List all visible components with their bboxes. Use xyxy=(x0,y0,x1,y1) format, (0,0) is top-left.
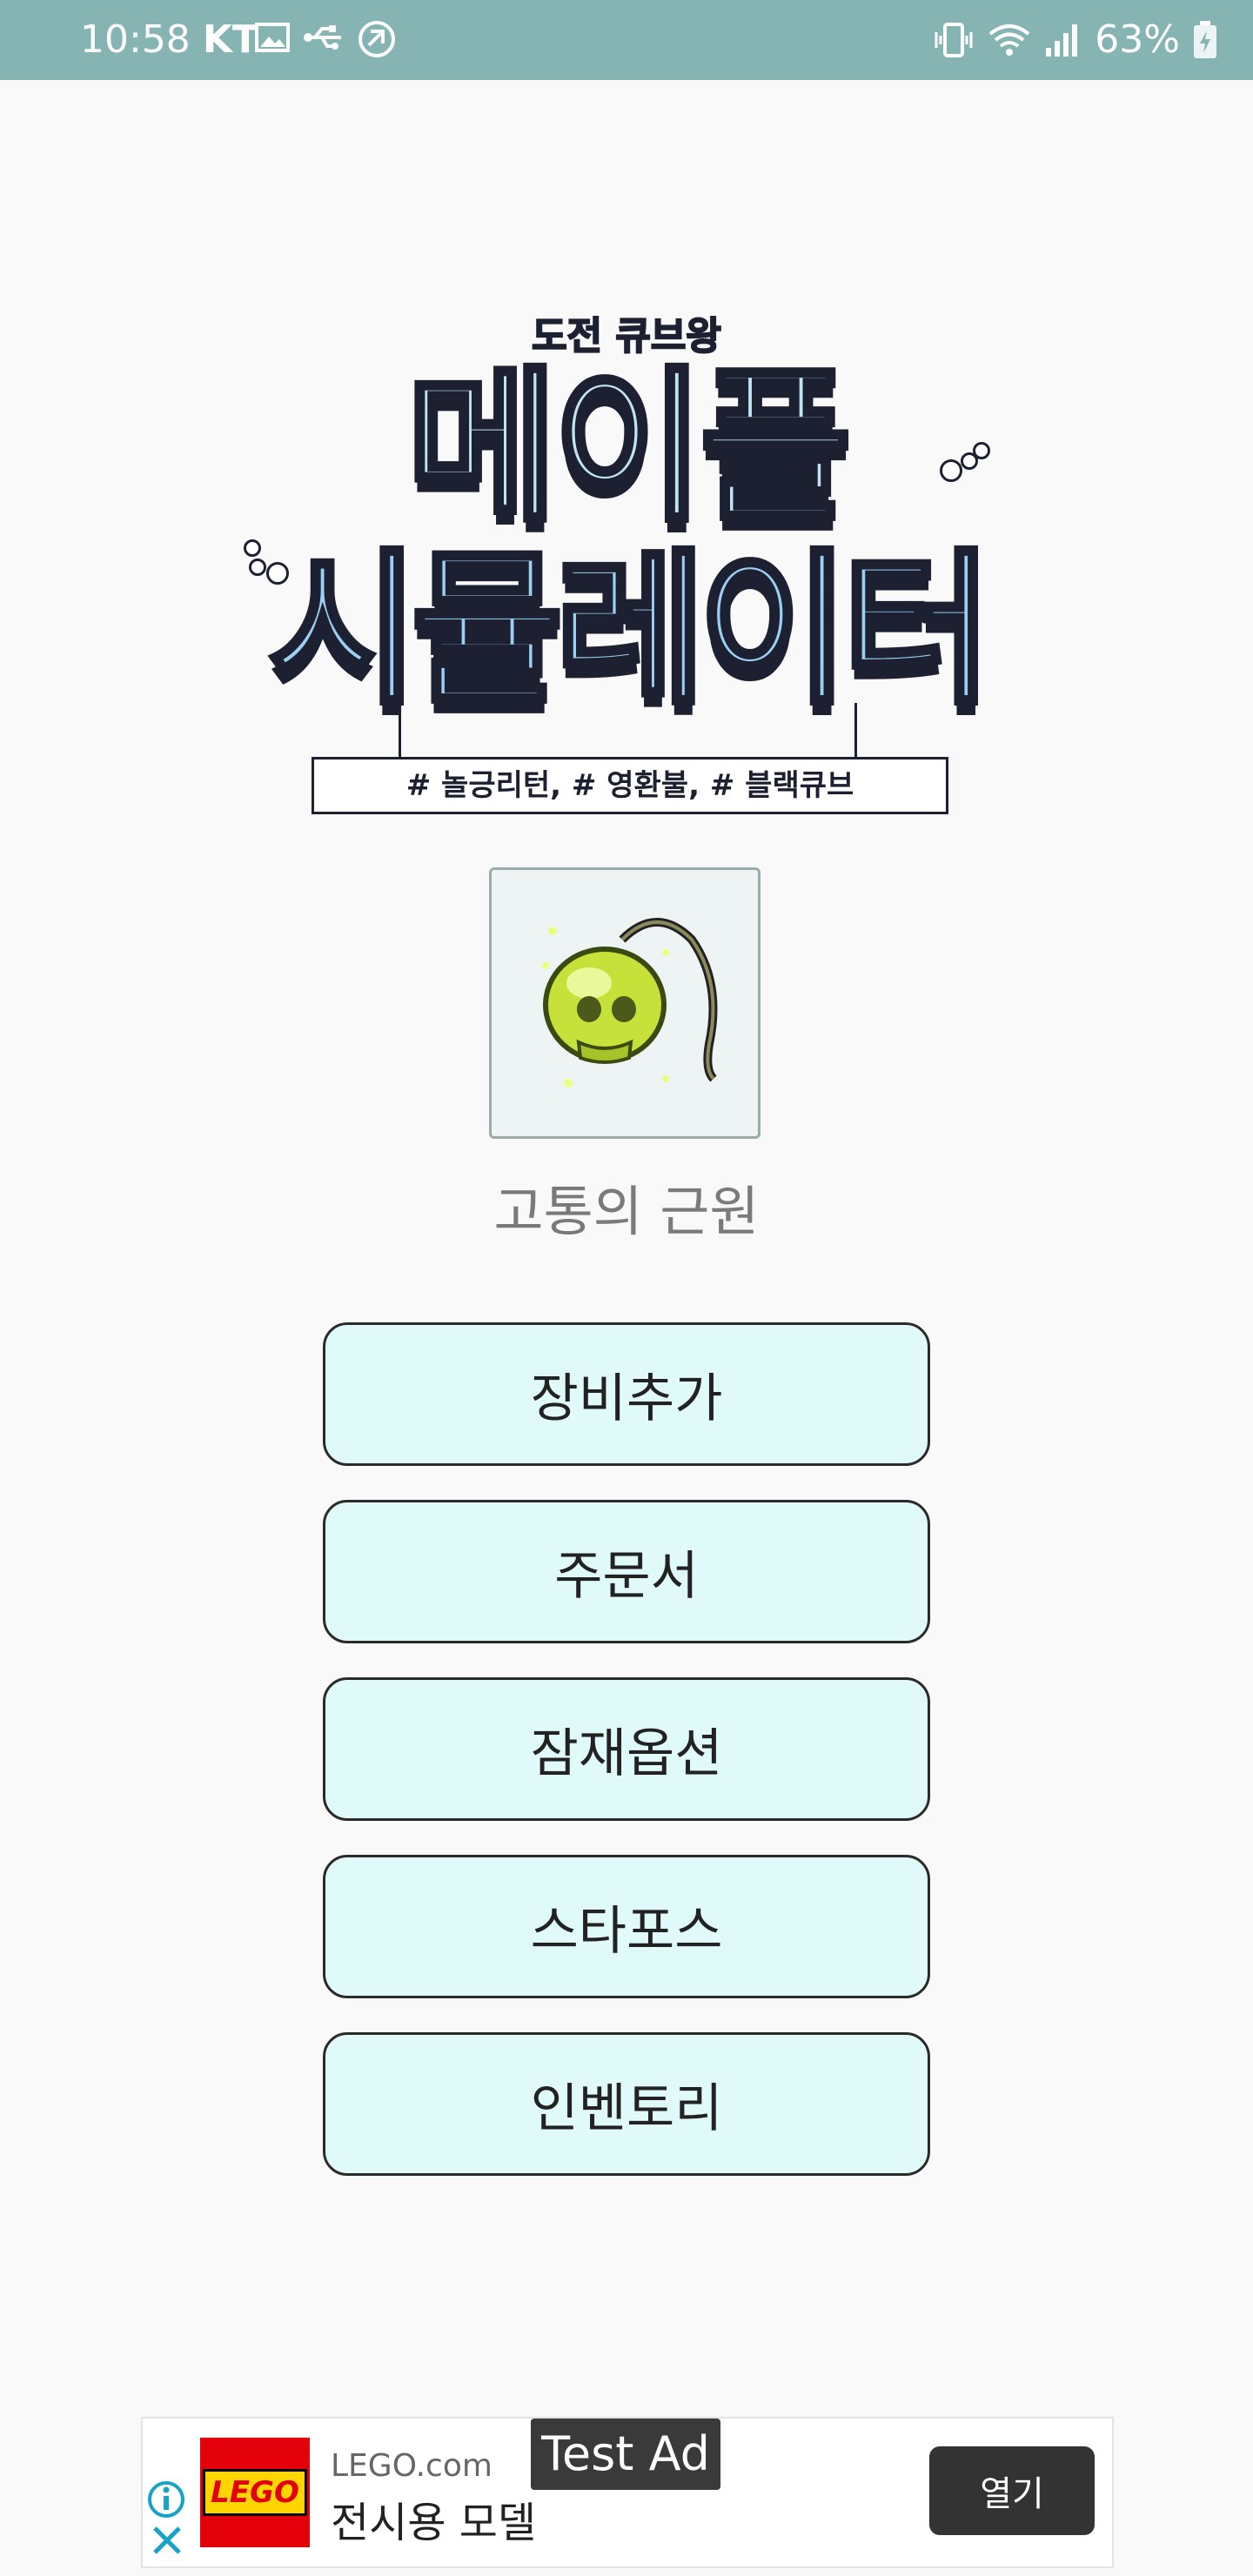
test-ad-badge: Test Ad xyxy=(531,2419,720,2490)
logo-title-line2: 시뮬레이터 xyxy=(265,534,996,726)
potential-option-button[interactable]: 잠재옵션 xyxy=(323,1677,930,1821)
sync-icon xyxy=(358,21,395,57)
ad-title: 전시용 모델 xyxy=(331,2499,537,2547)
battery-icon xyxy=(1194,21,1216,58)
item-image[interactable] xyxy=(489,867,761,1139)
status-time: 10:58 KT xyxy=(80,17,258,62)
logo-bubble xyxy=(249,559,266,576)
logo-hanger-left xyxy=(399,703,401,757)
vibrate-icon xyxy=(935,23,973,57)
logo-hanger-right xyxy=(854,703,857,757)
status-notification-icons xyxy=(254,19,397,59)
logo-tags: # 놀긍리턴, # 영환불, # 블랙큐브 xyxy=(312,757,948,814)
status-system-icons: 63% xyxy=(933,16,1218,64)
image-icon xyxy=(255,23,290,52)
wifi-icon xyxy=(988,24,1030,56)
ad-banner[interactable]: LEGO LEGO.com 전시용 모델 Test Ad 열기 xyxy=(141,2417,1114,2568)
close-icon[interactable] xyxy=(150,2523,184,2558)
info-icon[interactable] xyxy=(146,2479,186,2519)
app-logo: 도전 큐브왕 메이플 시뮬레이터 # 놀긍리턴, # 영환불, # 블랙큐브 xyxy=(235,287,1018,826)
add-equipment-button[interactable]: 장비추가 xyxy=(323,1322,930,1466)
usb-icon xyxy=(304,25,341,50)
logo-bubble xyxy=(940,459,962,482)
ad-open-button[interactable]: 열기 xyxy=(929,2446,1095,2535)
inventory-button[interactable]: 인벤토리 xyxy=(323,2032,930,2176)
battery-percent: 63% xyxy=(1095,17,1180,62)
item-name: 고통의 근원 xyxy=(493,1180,760,1243)
logo-bubble xyxy=(266,562,289,585)
logo-bubble xyxy=(973,442,990,459)
logo-title-line1: 메이플 xyxy=(404,351,854,544)
logo-bubble xyxy=(244,539,261,557)
ad-domain: LEGO.com xyxy=(331,2448,492,2484)
ad-brand-logo: LEGO xyxy=(200,2438,310,2547)
scroll-button[interactable]: 주문서 xyxy=(323,1500,930,1643)
status-bar: 10:58 KT 63% xyxy=(0,0,1253,80)
signal-icon xyxy=(1046,24,1078,57)
starforce-button[interactable]: 스타포스 xyxy=(323,1855,930,1998)
pendant-icon xyxy=(542,918,718,1087)
